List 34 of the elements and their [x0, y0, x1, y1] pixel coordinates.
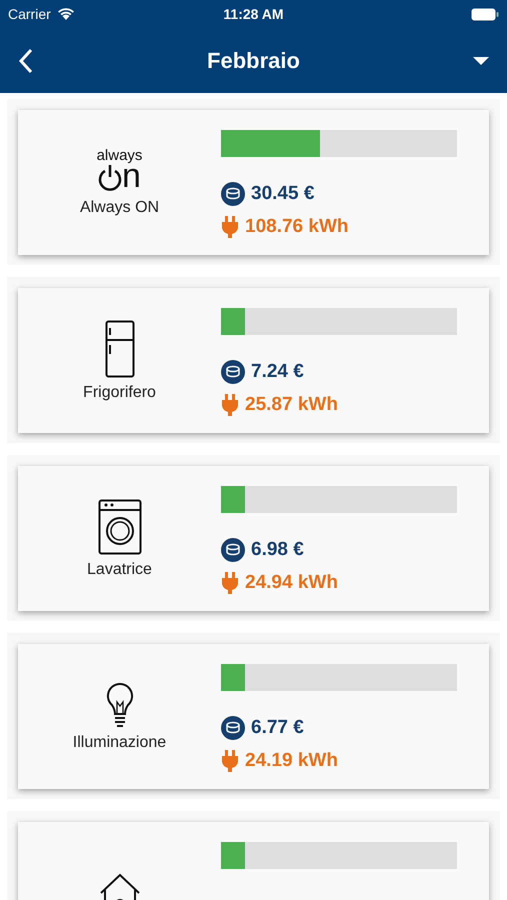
appliance-label: Always ON [80, 199, 160, 217]
plug-icon [221, 570, 239, 594]
energy-value: 108.76 kWh [245, 216, 348, 238]
appliance-label: Lavatrice [87, 560, 152, 578]
appliance-label: Frigorifero [83, 384, 156, 402]
cost-value: 30.45 € [251, 182, 314, 204]
nav-title: Febbraio [207, 48, 300, 74]
appliance-card[interactable]: Illuminazione 6.77 € 24.19 kWh [18, 644, 489, 789]
carrier-label: Carrier [8, 6, 51, 22]
battery-icon [471, 8, 499, 20]
cost-value: 6.77 € [251, 716, 304, 738]
light-bulb-icon [106, 682, 134, 728]
coins-icon [221, 360, 245, 384]
plug-icon [221, 392, 239, 416]
appliance-card[interactable]: Frigorifero 7.24 € 25.87 kWh [18, 288, 489, 433]
plug-icon [221, 214, 239, 238]
cost-value: 6.98 € [251, 538, 304, 560]
coins-icon [221, 538, 245, 562]
washing-machine-icon [98, 498, 142, 554]
back-icon[interactable] [18, 48, 34, 74]
energy-value: 24.19 kWh [245, 750, 338, 772]
plug-icon [221, 748, 239, 772]
dropdown-icon[interactable] [473, 56, 489, 66]
cost-value: 7.24 € [251, 360, 304, 382]
coins-icon [221, 716, 245, 740]
coins-icon [221, 182, 245, 206]
wifi-icon [56, 7, 75, 21]
status-time: 11:28 AM [223, 6, 284, 22]
power-icon [98, 163, 122, 193]
energy-value: 25.87 kWh [245, 394, 338, 416]
fridge-icon [104, 320, 134, 378]
energy-value: 24.94 kWh [245, 572, 338, 594]
appliance-label: Illuminazione [72, 734, 166, 752]
appliance-card[interactable]: Lavatrice 6.98 € 24.94 kWh [18, 466, 489, 611]
